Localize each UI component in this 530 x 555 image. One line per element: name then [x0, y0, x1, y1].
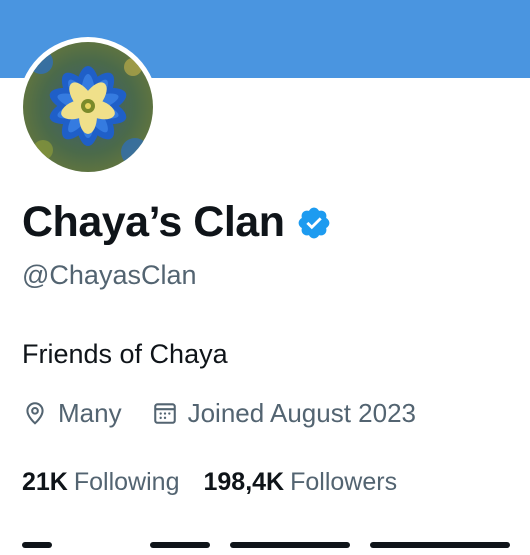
profile-meta: Many Joined August 2023	[22, 396, 416, 430]
joined-date-text: Joined August 2023	[187, 397, 416, 428]
following-link[interactable]: 21K Following	[22, 468, 179, 497]
user-handle: @ChayasClan	[22, 260, 197, 290]
profile-bio: Friends of Chaya	[22, 339, 228, 369]
joined-item: Joined August 2023	[152, 398, 416, 429]
follow-stats: 21K Following 198,4K Followers	[22, 465, 397, 499]
following-count: 21K	[22, 467, 68, 496]
avatar-frame	[18, 37, 158, 177]
display-name-row: Chaya’s Clan	[22, 196, 332, 248]
location-pin-icon	[26, 402, 44, 425]
location-item: Many	[22, 398, 122, 429]
location-text: Many	[58, 397, 122, 428]
avatar[interactable]	[23, 42, 153, 172]
followers-link[interactable]: 198,4K Followers	[203, 468, 397, 497]
truncated-text-line	[0, 542, 530, 555]
display-name: Chaya’s Clan	[22, 198, 285, 246]
verified-badge-icon[interactable]	[296, 205, 332, 241]
following-label: Following	[73, 467, 180, 496]
calendar-icon	[153, 403, 176, 424]
followers-label: Followers	[290, 467, 398, 496]
blue-flower-avatar-image	[23, 42, 153, 172]
followers-count: 198,4K	[203, 467, 285, 496]
